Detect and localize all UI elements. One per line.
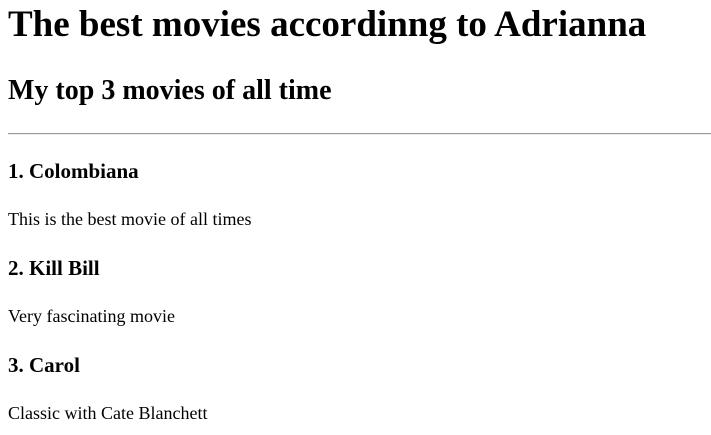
movie-description-1: This is the best movie of all times bbox=[8, 209, 252, 229]
page-subtitle: My top 3 movies of all time bbox=[8, 75, 332, 106]
page-title: The best movies accordinng to Adrianna bbox=[8, 4, 647, 45]
movie-description-2: Very fascinating movie bbox=[8, 306, 175, 326]
movie-title-3: 3. Carol bbox=[8, 353, 80, 377]
horizontal-divider bbox=[8, 133, 711, 135]
movie-description-3: Classic with Cate Blanchett bbox=[8, 403, 208, 423]
page: The best movies accordinng to Adrianna M… bbox=[0, 0, 711, 435]
movie-title-1: 1. Colombiana bbox=[8, 159, 139, 183]
movie-title-2: 2. Kill Bill bbox=[8, 256, 100, 280]
